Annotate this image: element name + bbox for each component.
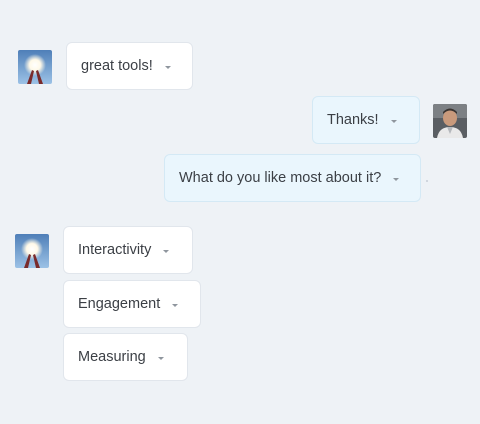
user-avatar	[433, 104, 467, 138]
message-text: Interactivity	[78, 242, 152, 258]
message-text: What do you like most about it?	[179, 170, 382, 186]
bot-avatar-image	[18, 50, 52, 84]
message-text: great tools!	[81, 58, 153, 74]
bot-avatar	[15, 234, 49, 268]
message-bubble[interactable]: Measuring	[63, 333, 188, 381]
message-text: Measuring	[78, 349, 146, 365]
message-status-dot	[426, 180, 428, 182]
message-bubble[interactable]: great tools!	[66, 42, 193, 90]
chevron-down-icon[interactable]	[163, 249, 170, 253]
message-bubble[interactable]: Thanks!	[312, 96, 420, 144]
chevron-down-icon[interactable]	[390, 119, 397, 123]
chevron-down-icon[interactable]	[157, 356, 164, 360]
user-avatar-image	[433, 104, 467, 138]
bot-avatar	[18, 50, 52, 84]
message-bubble[interactable]: Interactivity	[63, 226, 193, 274]
message-text: Engagement	[78, 296, 161, 312]
bot-avatar-image	[15, 234, 49, 268]
message-text: Thanks!	[327, 112, 379, 128]
message-bubble[interactable]: Engagement	[63, 280, 201, 328]
chevron-down-icon[interactable]	[393, 177, 400, 181]
chevron-down-icon[interactable]	[172, 303, 179, 307]
chevron-down-icon[interactable]	[164, 65, 171, 69]
message-bubble[interactable]: What do you like most about it?	[164, 154, 421, 202]
